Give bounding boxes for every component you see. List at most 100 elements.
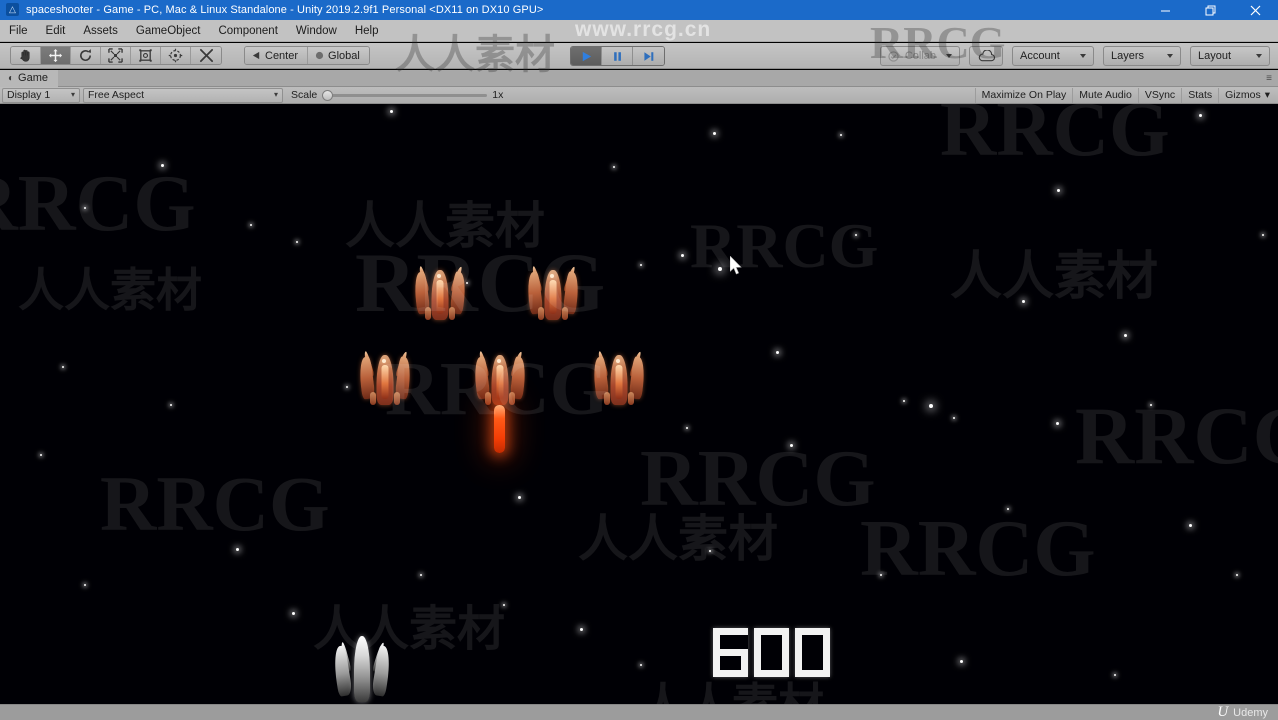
stepper-icon: ▾ [70, 90, 75, 99]
play-icon[interactable] [571, 47, 602, 65]
collab-label: Collab [904, 50, 936, 62]
space-toggle[interactable]: Global [308, 47, 369, 64]
move-arrows-icon[interactable] [41, 47, 71, 64]
star [709, 550, 711, 552]
enemy-core [381, 365, 389, 399]
game-viewport[interactable]: RRCG 人人素材 人人素材 RRCG RRCG RRCG 人人素材 人人素材 … [0, 104, 1278, 704]
game-tab-icon: ◐ [8, 72, 15, 84]
menu-file[interactable]: File [0, 22, 37, 40]
player-ship [331, 634, 393, 704]
watermark-rrcg: RRCG [100, 460, 330, 547]
gizmos-label: Gizmos [1225, 89, 1261, 101]
restore-icon[interactable] [1188, 0, 1233, 20]
star [503, 604, 505, 606]
star [855, 234, 857, 236]
step-icon[interactable] [633, 47, 664, 65]
player-wing-right [371, 645, 393, 697]
close-icon[interactable] [1233, 0, 1278, 20]
star [40, 454, 42, 456]
enemy-ship [472, 349, 528, 411]
scale-label: Scale [291, 89, 318, 101]
aspect-dropdown[interactable]: Free Aspect ▾ [83, 87, 283, 103]
hand-tool-button[interactable] [11, 47, 41, 64]
watermark-cn: 人人素材 [345, 197, 545, 255]
scale-value: 1x [492, 89, 504, 101]
tab-game[interactable]: ◐ Game [0, 69, 59, 87]
star [718, 267, 722, 271]
window-title: spaceshooter - Game - PC, Mac & Linux St… [26, 4, 544, 16]
scale-tool-button[interactable] [101, 47, 131, 64]
pause-icon[interactable] [602, 47, 633, 65]
score-digit [794, 628, 830, 677]
panel-menu-icon[interactable]: ≡ [1266, 73, 1273, 84]
star [1236, 574, 1238, 576]
menu-assets[interactable]: Assets [74, 22, 127, 40]
cloud-icon[interactable] [969, 46, 1003, 66]
status-bar: U Udemy [0, 704, 1278, 720]
space-label: Global [328, 49, 360, 62]
enemy-pod-left [538, 307, 544, 320]
rect-transform-icon[interactable] [131, 47, 161, 64]
star [346, 386, 348, 388]
main-toolbar: Center Global Collab Account Layers Layo… [0, 43, 1278, 69]
menu-component[interactable]: Component [209, 22, 286, 40]
wrench-icon[interactable] [191, 47, 221, 64]
minimize-icon[interactable] [1143, 0, 1188, 20]
enemy-pod-left [485, 392, 491, 405]
scale-slider-knob[interactable] [322, 89, 334, 101]
enemy-pod-right [449, 307, 455, 320]
star [390, 110, 393, 113]
enemy-glow [437, 274, 441, 278]
gizmos-toggle[interactable]: Gizmos ▾ [1218, 87, 1276, 103]
chevron-down-icon: ▾ [1264, 89, 1270, 101]
account-button[interactable]: Account [1012, 46, 1094, 66]
vsync-toggle[interactable]: VSync [1137, 87, 1182, 103]
enemy-ship [525, 264, 581, 326]
star [292, 612, 295, 615]
menu-edit[interactable]: Edit [37, 22, 75, 40]
menu-help[interactable]: Help [346, 22, 388, 40]
rotate-tool-button[interactable] [71, 47, 101, 64]
star [686, 427, 688, 429]
menu-gameobject[interactable]: GameObject [127, 22, 210, 40]
mute-audio-toggle[interactable]: Mute Audio [1072, 87, 1138, 103]
star [580, 628, 583, 631]
toolbar-right-group: Collab Account Layers Layout [879, 46, 1270, 66]
score-display [712, 628, 830, 677]
maximize-on-play-toggle[interactable]: Maximize On Play [974, 87, 1073, 103]
enemy-pod-right [562, 307, 568, 320]
menu-window[interactable]: Window [287, 22, 346, 40]
star [790, 444, 793, 447]
enemy-glow [550, 274, 554, 278]
star [903, 400, 905, 402]
star [681, 254, 684, 257]
stats-toggle[interactable]: Stats [1181, 87, 1219, 103]
udemy-label: Udemy [1233, 706, 1268, 719]
enemy-ship [412, 264, 468, 326]
star [518, 496, 521, 499]
combined-transform-icon[interactable] [161, 47, 191, 64]
layout-button[interactable]: Layout [1190, 46, 1270, 66]
star [1124, 334, 1127, 337]
star [953, 417, 955, 419]
score-digit [712, 628, 748, 677]
display-dropdown[interactable]: Display 1 ▾ [2, 87, 80, 103]
watermark-rrcg: RRCG [1075, 390, 1278, 481]
unity-editor-window: △ spaceshooter - Game - PC, Mac & Linux … [0, 0, 1278, 720]
star [296, 241, 298, 243]
enemy-ship [357, 349, 413, 411]
pivot-toggle[interactable]: Center [245, 47, 309, 64]
scale-slider-group[interactable]: Scale 1x [291, 89, 503, 101]
enemy-ship [591, 349, 647, 411]
transform-tools-group [10, 46, 222, 65]
star [1262, 234, 1264, 236]
layers-button[interactable]: Layers [1103, 46, 1181, 66]
stepper-icon: ▾ [273, 90, 278, 99]
watermark-cn: 人人素材 [578, 510, 778, 568]
star [1199, 114, 1202, 117]
star [236, 548, 239, 551]
scale-slider-track[interactable] [322, 89, 488, 101]
collab-button[interactable]: Collab [879, 46, 960, 66]
enemy-pod-left [604, 392, 610, 405]
udemy-logo-icon: U [1217, 704, 1229, 720]
